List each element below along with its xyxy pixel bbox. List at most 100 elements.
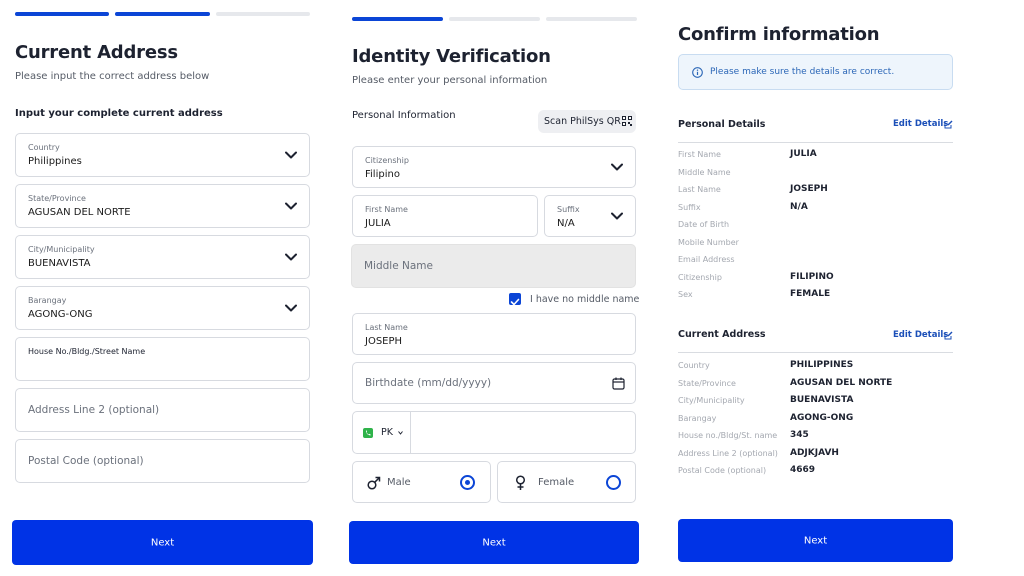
detail-label: City/Municipality — [678, 396, 745, 405]
mobile-number-input[interactable] — [412, 412, 635, 453]
detail-label: Postal Code (optional) — [678, 466, 767, 475]
progress-step-1 — [352, 17, 443, 21]
detail-value: ADJKJAVH — [790, 447, 839, 458]
detail-value: FEMALE — [790, 289, 831, 299]
divider — [678, 142, 953, 143]
calendar-icon[interactable] — [612, 377, 625, 390]
state-province-select[interactable]: State/Province AGUSAN DEL NORTE — [15, 184, 310, 228]
field-label: First Name — [365, 205, 408, 214]
address-line-2-input[interactable]: Address Line 2 (optional) — [15, 388, 310, 432]
citizenship-select[interactable]: Citizenship Filipino — [352, 146, 636, 188]
progress-step-3 — [546, 17, 637, 21]
first-name-input[interactable]: First Name JULIA — [352, 195, 538, 237]
page-subtitle: Please enter your personal information — [352, 75, 548, 86]
field-value: Philippines — [28, 156, 82, 167]
no-middle-name-checkbox[interactable] — [509, 293, 521, 306]
next-button[interactable]: Next — [349, 521, 639, 564]
progress-step-2 — [115, 12, 210, 16]
field-label: State/Province — [28, 194, 86, 203]
input-placeholder: Birthdate (mm/dd/yyyy) — [365, 377, 492, 389]
detail-label: Middle Name — [678, 167, 731, 177]
detail-label: Email Address — [678, 255, 735, 264]
detail-value: BUENAVISTA — [790, 395, 854, 405]
chevron-down-icon — [611, 163, 623, 171]
section-heading: Input your complete current address — [15, 108, 223, 119]
postal-code-input[interactable]: Postal Code (optional) — [15, 439, 310, 483]
country-code-selector[interactable]: PK — [353, 412, 411, 453]
detail-label: Citizenship — [678, 272, 722, 282]
barangay-select[interactable]: Barangay AGONG-ONG — [15, 286, 310, 330]
field-value: N/A — [557, 218, 575, 229]
female-label: Female — [538, 477, 575, 488]
birthdate-input[interactable]: Birthdate (mm/dd/yyyy) — [352, 362, 636, 404]
page-title: Current Address — [15, 42, 178, 63]
current-address-screen: Current Address Please input the correct… — [0, 0, 330, 576]
field-value: JULIA — [365, 218, 391, 229]
field-value: Filipino — [365, 169, 400, 180]
detail-label: Barangay — [678, 413, 717, 423]
edit-icon — [944, 120, 953, 129]
field-label: Barangay — [28, 296, 67, 305]
detail-value: 345 — [790, 430, 809, 440]
qr-code-icon — [622, 116, 632, 126]
edit-label: Edit Details — [893, 119, 949, 129]
info-text: Please make sure the details are correct… — [710, 67, 895, 77]
detail-value: AGONG-ONG — [790, 412, 854, 423]
male-icon — [367, 476, 381, 490]
mobile-number-field: PK — [352, 411, 636, 454]
button-label: Next — [803, 535, 828, 546]
gender-female-option[interactable]: Female — [497, 461, 636, 503]
country-select[interactable]: Country Philippines — [15, 133, 310, 177]
gender-male-option[interactable]: Male — [352, 461, 491, 503]
detail-label: Date of Birth — [678, 220, 730, 229]
male-radio[interactable] — [460, 475, 475, 490]
detail-label: House no./Bldg/St. name — [678, 431, 778, 440]
page-subtitle: Please input the correct address below — [15, 71, 210, 82]
phone-icon — [363, 428, 373, 438]
field-label: Country — [28, 143, 60, 152]
detail-label: Country — [678, 361, 710, 370]
city-municipality-select[interactable]: City/Municipality BUENAVISTA — [15, 235, 310, 279]
female-radio[interactable] — [606, 475, 621, 490]
button-label: Scan PhilSys QR — [544, 116, 621, 127]
middle-name-input[interactable]: Middle Name — [351, 244, 636, 288]
detail-label: Suffix — [678, 202, 701, 212]
identity-verification-screen: Identity Verification Please enter your … — [337, 0, 652, 576]
last-name-input[interactable]: Last Name JOSEPH — [352, 313, 636, 355]
info-icon — [692, 67, 703, 78]
suffix-select[interactable]: Suffix N/A — [544, 195, 636, 237]
detail-value: FILIPINO — [790, 271, 834, 282]
field-label: Suffix — [557, 205, 580, 214]
confirm-information-screen: Confirm information Please make sure the… — [664, 0, 1024, 576]
next-button[interactable]: Next — [678, 519, 953, 562]
field-value: JOSEPH — [365, 336, 403, 347]
field-label: City/Municipality — [28, 245, 95, 254]
field-value: AGUSAN DEL NORTE — [28, 207, 131, 218]
section-heading: Personal Information — [352, 110, 456, 121]
detail-label: Mobile Number — [678, 237, 739, 247]
progress-step-2 — [449, 17, 540, 21]
chevron-down-icon — [611, 212, 623, 220]
progress-step-3 — [216, 12, 310, 16]
page-title: Identity Verification — [352, 46, 551, 67]
input-placeholder: Postal Code (optional) — [28, 455, 144, 467]
next-button[interactable]: Next — [12, 520, 313, 565]
field-label: House No./Bldg./Street Name — [28, 347, 146, 356]
field-value: AGONG-ONG — [28, 309, 93, 320]
detail-value: JULIA — [790, 149, 817, 159]
detail-value: PHILIPPINES — [790, 360, 854, 370]
progress-step-1 — [15, 12, 109, 16]
personal-details-heading: Personal Details — [678, 119, 766, 130]
chevron-down-icon — [398, 431, 403, 435]
button-label: Next — [482, 537, 506, 548]
scan-philsys-qr-button[interactable]: Scan PhilSys QR — [538, 110, 636, 133]
info-banner: Please make sure the details are correct… — [678, 54, 953, 90]
input-placeholder: Address Line 2 (optional) — [28, 404, 160, 416]
detail-value: 4669 — [790, 465, 816, 475]
house-street-input[interactable]: House No./Bldg./Street Name — [15, 337, 310, 381]
detail-label: Address Line 2 (optional) — [678, 448, 778, 458]
country-code-value: PK — [381, 427, 393, 438]
input-placeholder: Middle Name — [364, 260, 433, 272]
detail-value: AGUSAN DEL NORTE — [790, 377, 893, 388]
chevron-down-icon — [285, 253, 297, 261]
